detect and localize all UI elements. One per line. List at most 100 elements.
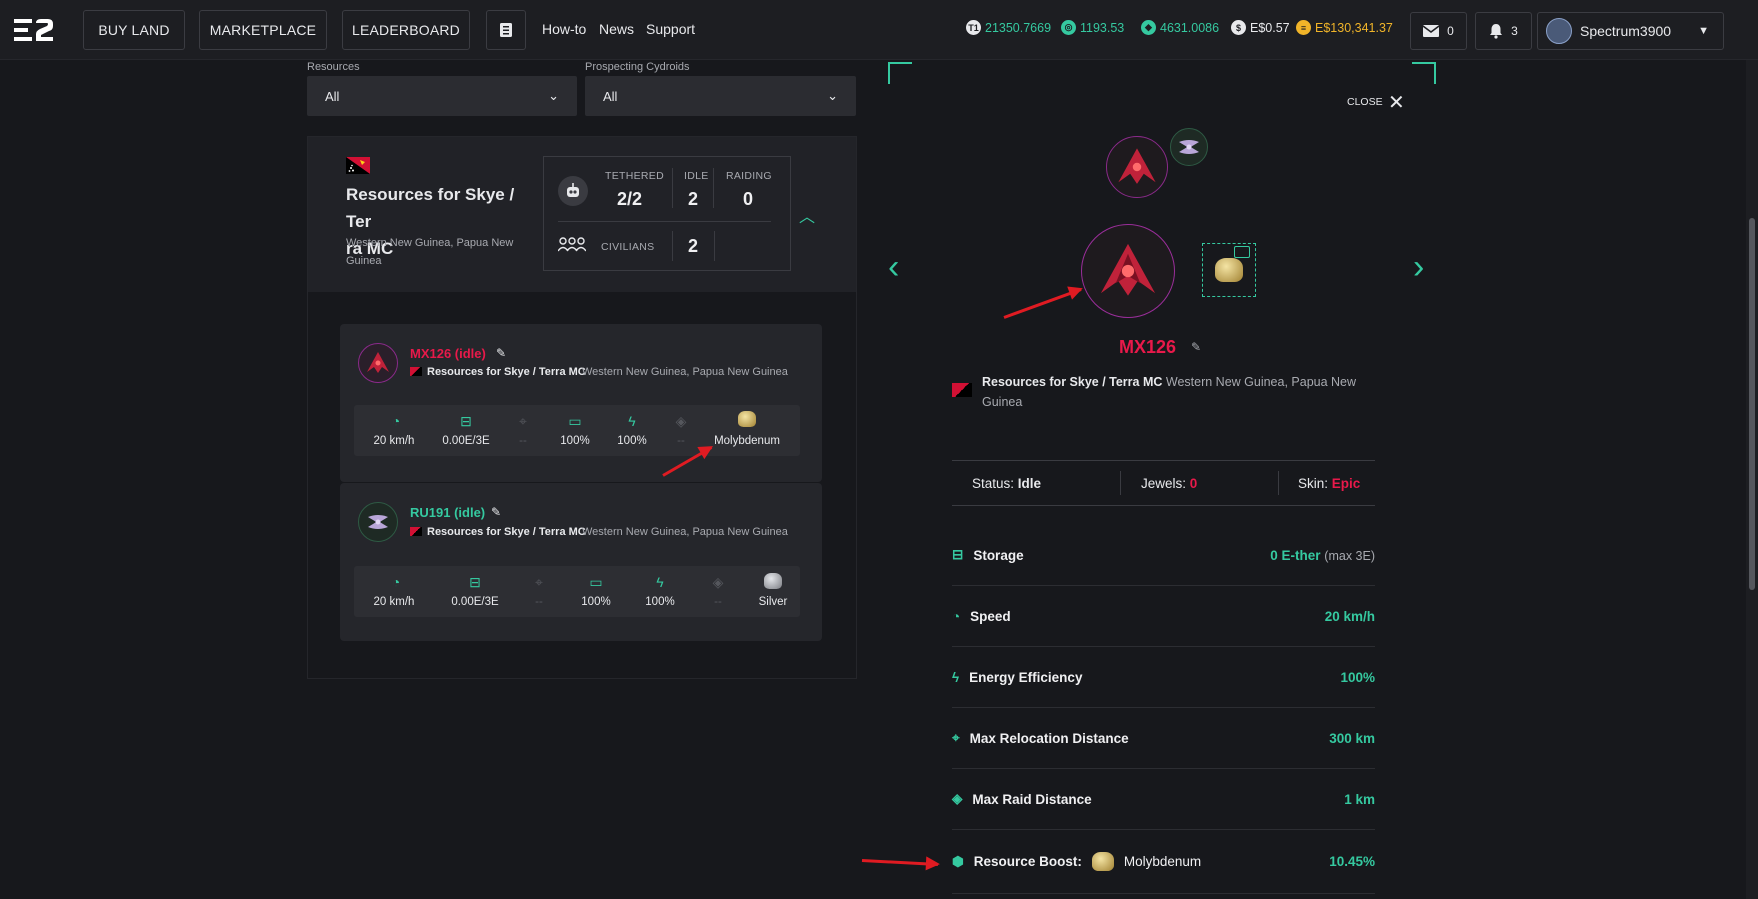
cydroid-thumbnail-ru191[interactable]: [1170, 128, 1208, 166]
cydroid-thumbnail-mx126[interactable]: [1106, 136, 1168, 198]
mail-icon: [1423, 25, 1440, 37]
howto-link[interactable]: How-to: [542, 21, 586, 37]
bell-icon: [1490, 24, 1503, 39]
storage-row: ⊟ Storage 0 E-ther (max 3E): [952, 525, 1375, 586]
relocation-pin-icon: ⌖: [519, 413, 527, 429]
energy-efficiency-icon: ϟ: [628, 413, 636, 429]
efficiency-row: ϟ Energy Efficiency 100%: [952, 647, 1375, 708]
stat-relocation: --: [535, 596, 543, 608]
raid-icon: ◈: [952, 791, 963, 806]
detail-location: Resources for Skye / Terra MC Western Ne…: [982, 372, 1372, 412]
raid-label: Max Raid Distance: [972, 791, 1092, 807]
close-label[interactable]: CLOSE: [1347, 96, 1383, 108]
previous-arrow-icon[interactable]: ‹: [888, 248, 899, 287]
mail-button[interactable]: 0: [1410, 12, 1467, 50]
balance-t1[interactable]: T1 21350.7669: [966, 20, 1051, 35]
edit-pencil-icon[interactable]: ✎: [496, 346, 506, 360]
stat-storage: 0.00E/3E: [442, 435, 490, 447]
balance-dollar[interactable]: $ E$0.57: [1231, 20, 1290, 35]
property-location: Western New Guinea, Papua New Guinea: [346, 234, 536, 270]
buy-land-button[interactable]: BUY LAND: [83, 10, 185, 50]
collapse-chevron-up-icon[interactable]: ︿: [799, 203, 815, 227]
molybdenum-resource-icon: [738, 411, 756, 427]
papua-new-guinea-flag-icon: [346, 157, 370, 174]
news-link[interactable]: News: [599, 21, 634, 37]
edit-pencil-icon[interactable]: ✎: [491, 505, 501, 519]
resources-select-value: All: [325, 88, 340, 104]
speedometer-icon: ◔: [391, 413, 401, 429]
resources-select[interactable]: All ⌄: [307, 76, 577, 116]
marketplace-button[interactable]: MARKETPLACE: [199, 10, 327, 50]
cydroids-select-value: All: [603, 88, 618, 104]
scrollbar-thumb[interactable]: [1749, 218, 1755, 590]
status-label: Status:: [972, 476, 1015, 491]
papua-new-guinea-flag-icon: [410, 367, 422, 376]
storage-max: (max 3E): [1324, 548, 1375, 563]
stat-efficiency: 100%: [617, 435, 647, 447]
top-nav-bar: BUY LAND MARKETPLACE LEADERBOARD How-to …: [0, 0, 1758, 60]
chevron-down-icon: ⌄: [827, 88, 838, 103]
civilians-value: 2: [688, 236, 699, 256]
skin-value: Epic: [1331, 476, 1361, 491]
jewels-value: 0: [1189, 476, 1198, 491]
status-value: Idle: [1017, 476, 1042, 491]
balance-gold[interactable]: ≡ E$130,341.37: [1296, 20, 1393, 35]
relocation-pin-icon: ⌖: [952, 730, 960, 745]
balance-essence[interactable]: ◎ 1193.53: [1061, 20, 1124, 35]
detail-location-line1: Western New Guinea, Papua New: [1165, 375, 1357, 389]
efficiency-label: Energy Efficiency: [969, 669, 1083, 685]
notifications-button[interactable]: 3: [1475, 12, 1532, 50]
cydroid-location: Western New Guinea, Papua New Guinea: [582, 526, 788, 538]
boost-value: 10.45%: [1329, 854, 1375, 869]
cydroid-property: Resources for Skye / Terra MC: [427, 366, 586, 378]
stat-resource: Molybdenum: [714, 435, 780, 447]
speedometer-icon: ◔: [391, 574, 401, 590]
notebook-icon[interactable]: [486, 10, 526, 50]
next-arrow-icon[interactable]: ›: [1413, 248, 1424, 287]
molybdenum-resource-icon: [1215, 258, 1243, 282]
relocation-pin-icon: ⌖: [535, 574, 543, 590]
battery-icon: ▭: [589, 574, 603, 590]
property-title-line1: Resources for Skye / Ter: [346, 185, 515, 231]
stat-resource: Silver: [758, 596, 788, 608]
detail-location-line2: Guinea: [982, 395, 1023, 409]
frame-corner: [1412, 62, 1436, 64]
edit-pencil-icon[interactable]: ✎: [1191, 340, 1201, 354]
raid-value: 1 km: [1344, 791, 1375, 807]
divider: [1278, 471, 1279, 495]
stat-efficiency: 100%: [645, 596, 675, 608]
user-menu[interactable]: Spectrum3900 ▼: [1537, 12, 1724, 50]
jewels-field: Jewels: 0: [1141, 476, 1197, 491]
raiding-label: RAIDING: [726, 170, 772, 182]
relocation-value: 300 km: [1329, 730, 1375, 746]
divider: [952, 505, 1375, 506]
cydroid-main-image: [1081, 224, 1175, 318]
e2-logo-icon[interactable]: [14, 17, 54, 43]
balance-ether[interactable]: ◆ 4631.0086: [1141, 20, 1219, 35]
speed-row: ◔ Speed 20 km/h: [952, 586, 1375, 647]
cydroid-name[interactable]: RU191 (idle): [410, 505, 485, 520]
divider: [713, 168, 714, 208]
divider: [714, 231, 715, 261]
chevron-down-icon: ▼: [1698, 25, 1709, 37]
leaderboard-button[interactable]: LEADERBOARD: [342, 10, 470, 50]
storage-icon: ⊟: [952, 547, 964, 562]
relocation-row: ⌖ Max Relocation Distance 300 km: [952, 708, 1375, 769]
cydroid-stats-strip: [354, 566, 800, 617]
stat-speed: 20 km/h: [373, 435, 415, 447]
stat-battery: 100%: [581, 596, 611, 608]
boost-resource: Molybdenum: [1123, 854, 1202, 869]
silver-resource-icon: [764, 573, 782, 589]
cydroid-ru191-avatar: [358, 502, 398, 542]
frame-corner: [1434, 62, 1436, 84]
cydroid-name[interactable]: MX126 (idle): [410, 346, 486, 361]
civilians-icon: [557, 236, 587, 255]
close-icon[interactable]: ✕: [1388, 90, 1405, 115]
raid-row: ◈ Max Raid Distance 1 km: [952, 769, 1375, 830]
divider: [952, 460, 1375, 461]
cydroid-mx126-avatar: [358, 343, 398, 383]
status-field: Status: Idle: [972, 476, 1041, 491]
support-link[interactable]: Support: [646, 21, 695, 37]
efficiency-value: 100%: [1340, 669, 1375, 685]
cydroids-select[interactable]: All ⌄: [585, 76, 856, 116]
